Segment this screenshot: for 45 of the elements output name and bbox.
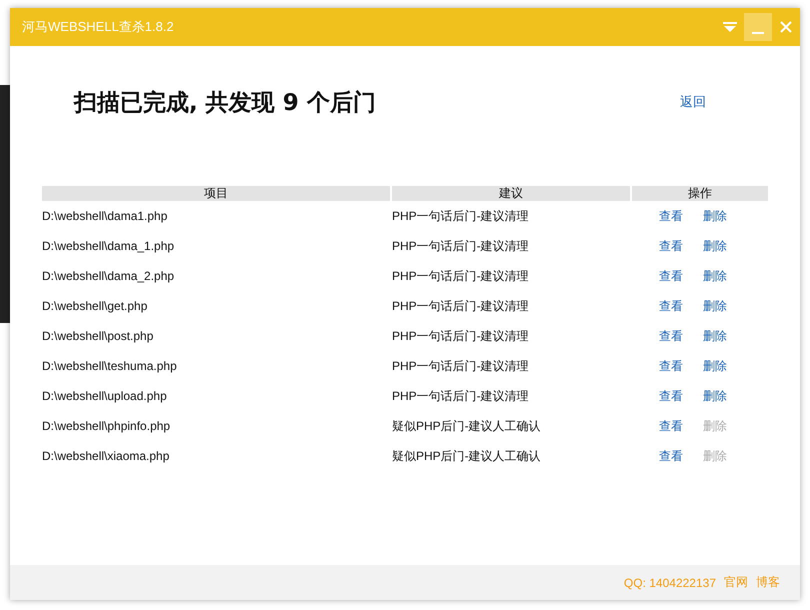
- delete-link[interactable]: 删除: [703, 388, 727, 404]
- delete-link[interactable]: 删除: [703, 268, 727, 284]
- file-path: D:\webshell\phpinfo.php: [42, 419, 170, 433]
- delete-link[interactable]: 删除: [703, 238, 727, 254]
- advice-text: PHP一句话后门-建议清理: [392, 238, 529, 252]
- view-link[interactable]: 查看: [659, 418, 683, 434]
- column-header: 项目: [42, 186, 390, 201]
- file-path: D:\webshell\dama1.php: [42, 209, 168, 223]
- view-link[interactable]: 查看: [659, 358, 683, 374]
- delete-link[interactable]: 删除: [703, 328, 727, 344]
- file-path: D:\webshell\post.php: [42, 329, 154, 343]
- advice-text: 疑似PHP后门-建议人工确认: [392, 418, 541, 432]
- back-link[interactable]: 返回: [680, 93, 706, 111]
- dropdown-icon: [722, 20, 738, 34]
- view-link[interactable]: 查看: [659, 448, 683, 464]
- file-path: D:\webshell\dama_1.php: [42, 239, 174, 253]
- view-link[interactable]: 查看: [659, 328, 683, 344]
- delete-link[interactable]: 删除: [703, 358, 727, 374]
- result-heading: 扫描已完成, 共发现 9 个后门: [74, 88, 376, 118]
- delete-link[interactable]: 删除: [703, 208, 727, 224]
- view-link[interactable]: 查看: [659, 268, 683, 284]
- advice-text: PHP一句话后门-建议清理: [392, 358, 529, 372]
- file-path: D:\webshell\upload.php: [42, 389, 167, 403]
- column-header: 建议: [392, 186, 630, 201]
- advice-text: 疑似PHP后门-建议人工确认: [392, 448, 541, 462]
- advice-text: PHP一句话后门-建议清理: [392, 268, 529, 282]
- delete-link[interactable]: 删除: [703, 298, 727, 314]
- file-path: D:\webshell\xiaoma.php: [42, 449, 170, 463]
- view-link[interactable]: 查看: [659, 208, 683, 224]
- column-header: 操作: [632, 186, 768, 201]
- advice-text: PHP一句话后门-建议清理: [392, 328, 529, 342]
- advice-text: PHP一句话后门-建议清理: [392, 298, 529, 312]
- file-path: D:\webshell\get.php: [42, 299, 148, 313]
- view-link[interactable]: 查看: [659, 298, 683, 314]
- view-link[interactable]: 查看: [659, 388, 683, 404]
- qq-text: QQ: 1404222137: [624, 576, 716, 590]
- window-title: 河马WEBSHELL查杀1.8.2: [22, 18, 174, 36]
- minimize-button[interactable]: [744, 13, 772, 41]
- file-path: D:\webshell\dama_2.php: [42, 269, 174, 283]
- advice-text: PHP一句话后门-建议清理: [392, 388, 529, 402]
- file-path: D:\webshell\teshuma.php: [42, 359, 177, 373]
- close-icon: [779, 20, 793, 34]
- advice-text: PHP一句话后门-建议清理: [392, 208, 529, 222]
- view-link[interactable]: 查看: [659, 238, 683, 254]
- minimize-icon: [752, 32, 764, 34]
